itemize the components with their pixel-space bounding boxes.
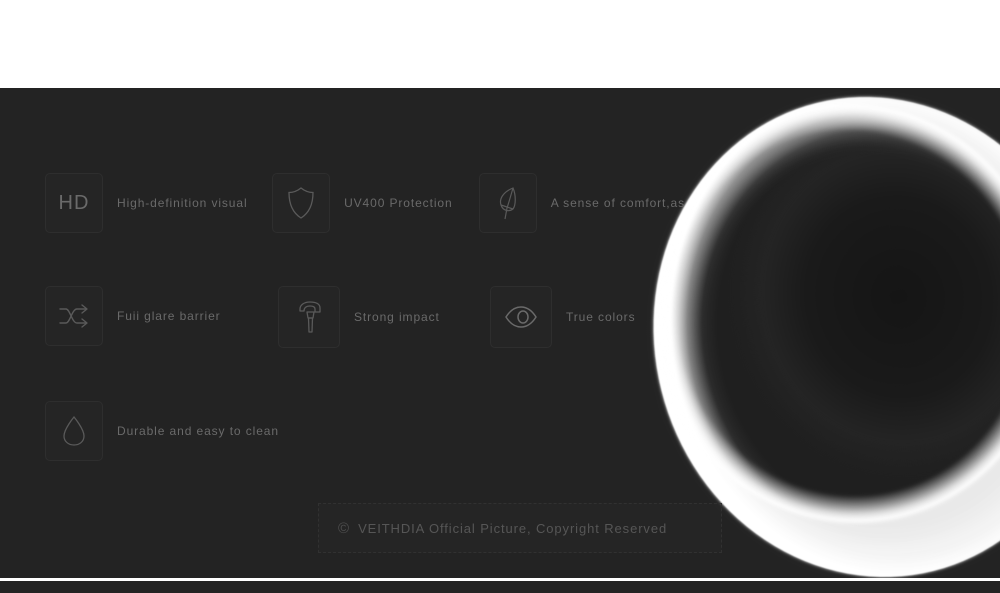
feature-label: A sense of comfort,as <box>550 196 685 210</box>
feather-icon <box>478 173 537 233</box>
shuffle-arrows-icon <box>45 286 103 346</box>
eye-icon <box>490 286 552 348</box>
feature-item-high-definition-visual[interactable]: HD High-definition visual <box>45 173 272 233</box>
feature-label: Durable and easy to clean <box>117 424 279 438</box>
bottom-strip <box>0 581 1000 593</box>
hd-icon: HD <box>45 173 103 233</box>
product-detail-image: HD High-definition visual UV400 Protecti… <box>0 0 1000 593</box>
feature-label: Fuii glare barrier <box>117 309 221 323</box>
feature-item-strong-impact[interactable]: Strong impact <box>278 286 490 348</box>
hammer-icon <box>278 286 340 348</box>
feature-list: HD High-definition visual UV400 Protecti… <box>45 173 685 514</box>
feature-label: Strong impact <box>354 310 440 324</box>
top-white-band <box>0 0 1000 88</box>
feature-panel: HD High-definition visual UV400 Protecti… <box>0 88 1000 578</box>
feature-label: UV400 Protection <box>344 196 453 210</box>
feature-row: Durable and easy to clean <box>45 401 685 461</box>
water-drop-icon <box>45 401 103 461</box>
hd-icon-label: HD <box>58 191 90 214</box>
feature-row: Fuii glare barrier Strong impact True co… <box>45 286 685 348</box>
feature-item-true-colors[interactable]: True colors <box>490 286 635 348</box>
feature-label: True colors <box>566 310 636 324</box>
feature-item-durable-and-easy-to-clean[interactable]: Durable and easy to clean <box>45 401 278 461</box>
shield-icon <box>272 173 331 233</box>
feature-label: High-definition visual <box>117 196 248 210</box>
feature-item-full-glare-barrier[interactable]: Fuii glare barrier <box>45 286 278 346</box>
feature-item-uv400-protection[interactable]: UV400 Protection <box>272 173 479 233</box>
copyright-icon: © <box>338 519 350 537</box>
copyright-text: VEITHDIA Official Picture, Copyright Res… <box>358 520 668 536</box>
feature-item-a-sense-of-comfort[interactable]: A sense of comfort,as <box>478 173 685 233</box>
feature-row: HD High-definition visual UV400 Protecti… <box>45 173 685 233</box>
copyright-watermark: © VEITHDIA Official Picture, Copyright R… <box>318 503 722 553</box>
